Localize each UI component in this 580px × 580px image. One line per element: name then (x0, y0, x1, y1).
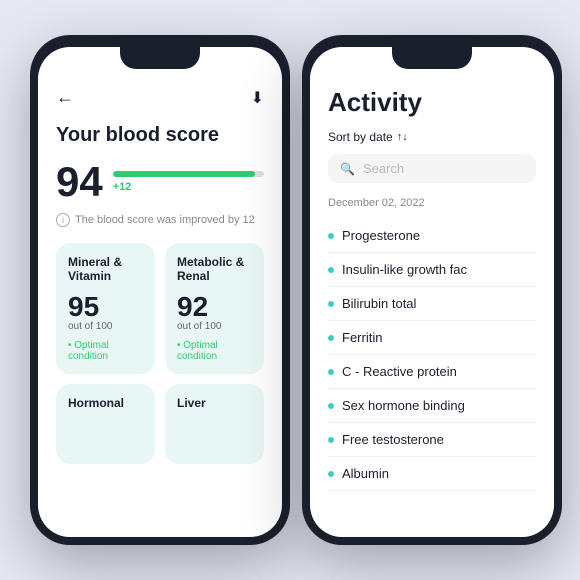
back-button[interactable]: ← (56, 87, 74, 108)
list-item[interactable]: Albumin (328, 457, 536, 491)
left-phone-notch (120, 47, 200, 69)
category-card-mineral[interactable]: Mineral &Vitamin 95 out of 100 • Optimal… (56, 243, 155, 374)
score-delta: +12 (113, 181, 264, 193)
activity-name: C - Reactive protein (342, 364, 457, 379)
download-button[interactable]: ⬇ (251, 88, 264, 108)
activity-name: Bilirubin total (342, 296, 416, 311)
category-name-liver: Liver (177, 396, 252, 424)
activity-dot (328, 403, 334, 409)
right-phone-notch (392, 47, 472, 69)
blood-score-title: Your blood score (56, 124, 264, 147)
activity-dot (328, 267, 334, 273)
list-item[interactable]: Ferritin (328, 321, 536, 355)
activity-name: Albumin (342, 466, 389, 481)
sort-bar: Sort by date ↑↓ (328, 130, 536, 144)
category-score-metabolic: 92 (177, 293, 252, 321)
category-name-metabolic: Metabolic &Renal (177, 255, 252, 283)
activity-dot (328, 437, 334, 443)
left-phone: ← ⬇ Your blood score 94 +12 i The bloo (30, 35, 290, 545)
sort-label[interactable]: Sort by date (328, 130, 393, 144)
score-info: i The blood score was improved by 12 (56, 213, 264, 227)
activity-name: Free testosterone (342, 432, 444, 447)
category-outof-metabolic: out of 100 (177, 321, 252, 332)
list-item[interactable]: C - Reactive protein (328, 355, 536, 389)
left-phone-screen: ← ⬇ Your blood score 94 +12 i The bloo (38, 47, 282, 537)
list-item[interactable]: Insulin-like growth fac (328, 253, 536, 287)
category-name-mineral: Mineral &Vitamin (68, 255, 143, 283)
activity-dot (328, 233, 334, 239)
right-phone-screen: Activity Sort by date ↑↓ 🔍 Search Decemb… (310, 47, 554, 537)
score-bar-container: +12 (113, 171, 264, 193)
phones-container: ← ⬇ Your blood score 94 +12 i The bloo (0, 0, 580, 580)
activity-name: Progesterone (342, 228, 420, 243)
category-card-hormonal[interactable]: Hormonal (56, 384, 155, 464)
list-item[interactable]: Bilirubin total (328, 287, 536, 321)
category-card-liver[interactable]: Liver (165, 384, 264, 464)
sort-icon[interactable]: ↑↓ (397, 131, 408, 143)
info-text: The blood score was improved by 12 (75, 214, 255, 226)
score-value: 94 (56, 161, 103, 203)
categories-grid: Mineral &Vitamin 95 out of 100 • Optimal… (56, 243, 264, 464)
category-status-metabolic: • Optimal condition (177, 340, 252, 362)
score-bar-fill (113, 171, 255, 177)
date-label: December 02, 2022 (328, 197, 536, 209)
info-icon: i (56, 213, 70, 227)
category-card-metabolic[interactable]: Metabolic &Renal 92 out of 100 • Optimal… (165, 243, 264, 374)
search-bar[interactable]: 🔍 Search (328, 154, 536, 183)
search-icon: 🔍 (340, 162, 355, 176)
list-item[interactable]: Sex hormone binding (328, 389, 536, 423)
list-item[interactable]: Progesterone (328, 219, 536, 253)
activity-dot (328, 301, 334, 307)
left-screen-content: ← ⬇ Your blood score 94 +12 i The bloo (38, 47, 282, 537)
list-item[interactable]: Free testosterone (328, 423, 536, 457)
activity-dot (328, 471, 334, 477)
category-status-mineral: • Optimal condition (68, 340, 143, 362)
activity-title: Activity (328, 87, 536, 118)
activity-dot (328, 369, 334, 375)
activity-name: Insulin-like growth fac (342, 262, 467, 277)
search-placeholder: Search (363, 161, 404, 176)
score-row: 94 +12 (56, 161, 264, 203)
category-outof-mineral: out of 100 (68, 321, 143, 332)
activity-dot (328, 335, 334, 341)
activity-name: Sex hormone binding (342, 398, 465, 413)
category-name-hormonal: Hormonal (68, 396, 143, 424)
right-screen-content: Activity Sort by date ↑↓ 🔍 Search Decemb… (310, 47, 554, 537)
score-bar-track (113, 171, 264, 177)
right-phone: Activity Sort by date ↑↓ 🔍 Search Decemb… (302, 35, 562, 545)
activity-list: Progesterone Insulin-like growth fac Bil… (328, 219, 536, 491)
top-bar: ← ⬇ (56, 87, 264, 108)
category-score-mineral: 95 (68, 293, 143, 321)
activity-name: Ferritin (342, 330, 382, 345)
